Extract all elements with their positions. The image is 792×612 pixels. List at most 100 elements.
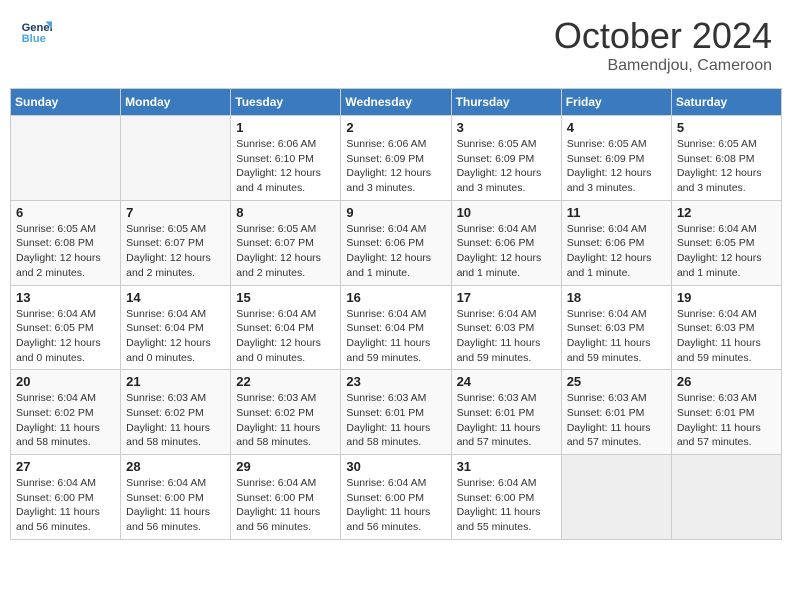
- day-number: 4: [567, 120, 666, 135]
- calendar-week-3: 20Sunrise: 6:04 AM Sunset: 6:02 PM Dayli…: [11, 370, 782, 455]
- day-number: 26: [677, 374, 776, 389]
- calendar-cell: 27 Sunrise: 6:04 AM Sunset: 6:00 PM Dayli…: [11, 455, 121, 540]
- day-number: 20: [16, 374, 115, 389]
- calendar-cell: 10 Sunrise: 6:04 AM Sunset: 6:06 PM Dayli…: [451, 200, 561, 285]
- day-number: 10: [457, 205, 556, 220]
- day-info: Sunrise: 6:04 AM Sunset: 6:03 PM Dayligh…: [677, 307, 776, 366]
- day-number: 27: [16, 459, 115, 474]
- day-info: Sunrise: 6:04 AM Sunset: 6:04 PM Dayligh…: [126, 307, 225, 366]
- calendar-cell: 29 Sunrise: 6:04 AM Sunset: 6:00 PM Dayli…: [231, 455, 341, 540]
- calendar-cell: 24Sunrise: 6:03 AM Sunset: 6:01 PM Dayli…: [451, 370, 561, 455]
- calendar-cell: 30 Sunrise: 6:04 AM Sunset: 6:00 PM Dayli…: [341, 455, 451, 540]
- day-info: Sunrise: 6:04 AM Sunset: 6:03 PM Dayligh…: [457, 307, 556, 366]
- day-info: Sunrise: 6:03 AM Sunset: 6:02 PM Dayligh…: [236, 391, 335, 450]
- day-info: Sunrise: 6:04 AM Sunset: 6:00 PM Dayligh…: [236, 476, 335, 535]
- calendar-cell: [11, 116, 121, 201]
- day-info: Sunrise: 6:03 AM Sunset: 6:01 PM Dayligh…: [567, 391, 666, 450]
- day-number: 3: [457, 120, 556, 135]
- calendar-cell: [561, 455, 671, 540]
- calendar-cell: 15 Sunrise: 6:04 AM Sunset: 6:04 PM Dayli…: [231, 285, 341, 370]
- day-info: Sunrise: 6:04 AM Sunset: 6:03 PM Dayligh…: [567, 307, 666, 366]
- calendar-week-2: 13Sunrise: 6:04 AM Sunset: 6:05 PM Dayli…: [11, 285, 782, 370]
- location: Bamendjou, Cameroon: [554, 57, 772, 75]
- calendar-cell: [121, 116, 231, 201]
- calendar-cell: 2 Sunrise: 6:06 AM Sunset: 6:09 PM Daylig…: [341, 116, 451, 201]
- day-info: Sunrise: 6:04 AM Sunset: 6:04 PM Dayligh…: [236, 307, 335, 366]
- calendar-week-0: 1 Sunrise: 6:06 AM Sunset: 6:10 PM Daylig…: [11, 116, 782, 201]
- calendar-body: 1 Sunrise: 6:06 AM Sunset: 6:10 PM Daylig…: [11, 116, 782, 540]
- day-number: 17: [457, 290, 556, 305]
- day-number: 19: [677, 290, 776, 305]
- day-number: 11: [567, 205, 666, 220]
- calendar-cell: 28 Sunrise: 6:04 AM Sunset: 6:00 PM Dayli…: [121, 455, 231, 540]
- day-info: Sunrise: 6:04 AM Sunset: 6:06 PM Dayligh…: [457, 222, 556, 281]
- weekday-header-saturday: Saturday: [671, 89, 781, 116]
- calendar-cell: 4 Sunrise: 6:05 AM Sunset: 6:09 PM Daylig…: [561, 116, 671, 201]
- day-number: 21: [126, 374, 225, 389]
- day-info: Sunrise: 6:05 AM Sunset: 6:07 PM Dayligh…: [126, 222, 225, 281]
- calendar-cell: 13Sunrise: 6:04 AM Sunset: 6:05 PM Dayli…: [11, 285, 121, 370]
- day-info: Sunrise: 6:06 AM Sunset: 6:09 PM Dayligh…: [346, 137, 445, 196]
- calendar-cell: 31 Sunrise: 6:04 AM Sunset: 6:00 PM Dayli…: [451, 455, 561, 540]
- calendar-cell: 16 Sunrise: 6:04 AM Sunset: 6:04 PM Dayli…: [341, 285, 451, 370]
- day-number: 24: [457, 374, 556, 389]
- day-info: Sunrise: 6:04 AM Sunset: 6:05 PM Dayligh…: [16, 307, 115, 366]
- calendar-cell: 23Sunrise: 6:03 AM Sunset: 6:01 PM Dayli…: [341, 370, 451, 455]
- day-number: 14: [126, 290, 225, 305]
- calendar-cell: 22Sunrise: 6:03 AM Sunset: 6:02 PM Dayli…: [231, 370, 341, 455]
- day-number: 9: [346, 205, 445, 220]
- calendar-cell: 17 Sunrise: 6:04 AM Sunset: 6:03 PM Dayli…: [451, 285, 561, 370]
- day-number: 15: [236, 290, 335, 305]
- calendar-cell: [671, 455, 781, 540]
- calendar-cell: 6Sunrise: 6:05 AM Sunset: 6:08 PM Daylig…: [11, 200, 121, 285]
- day-number: 1: [236, 120, 335, 135]
- day-number: 31: [457, 459, 556, 474]
- day-number: 2: [346, 120, 445, 135]
- weekday-header-tuesday: Tuesday: [231, 89, 341, 116]
- calendar-cell: 8Sunrise: 6:05 AM Sunset: 6:07 PM Daylig…: [231, 200, 341, 285]
- weekday-header-sunday: Sunday: [11, 89, 121, 116]
- calendar-cell: 19 Sunrise: 6:04 AM Sunset: 6:03 PM Dayli…: [671, 285, 781, 370]
- calendar-cell: 5 Sunrise: 6:05 AM Sunset: 6:08 PM Daylig…: [671, 116, 781, 201]
- day-number: 18: [567, 290, 666, 305]
- calendar-cell: 12 Sunrise: 6:04 AM Sunset: 6:05 PM Dayli…: [671, 200, 781, 285]
- logo-icon: General Blue: [20, 15, 52, 47]
- day-info: Sunrise: 6:04 AM Sunset: 6:06 PM Dayligh…: [346, 222, 445, 281]
- day-info: Sunrise: 6:04 AM Sunset: 6:00 PM Dayligh…: [457, 476, 556, 535]
- day-info: Sunrise: 6:06 AM Sunset: 6:10 PM Dayligh…: [236, 137, 335, 196]
- calendar-table: SundayMondayTuesdayWednesdayThursdayFrid…: [10, 88, 782, 540]
- day-number: 12: [677, 205, 776, 220]
- calendar-cell: 1 Sunrise: 6:06 AM Sunset: 6:10 PM Daylig…: [231, 116, 341, 201]
- calendar-cell: 20Sunrise: 6:04 AM Sunset: 6:02 PM Dayli…: [11, 370, 121, 455]
- logo: General Blue: [20, 15, 52, 47]
- day-number: 25: [567, 374, 666, 389]
- day-info: Sunrise: 6:05 AM Sunset: 6:08 PM Dayligh…: [16, 222, 115, 281]
- weekday-header-wednesday: Wednesday: [341, 89, 451, 116]
- day-number: 30: [346, 459, 445, 474]
- calendar-cell: 3Sunrise: 6:05 AM Sunset: 6:09 PM Daylig…: [451, 116, 561, 201]
- calendar-cell: 14 Sunrise: 6:04 AM Sunset: 6:04 PM Dayli…: [121, 285, 231, 370]
- calendar-cell: 21Sunrise: 6:03 AM Sunset: 6:02 PM Dayli…: [121, 370, 231, 455]
- title-block: October 2024 Bamendjou, Cameroon: [554, 15, 772, 75]
- svg-text:General: General: [22, 22, 52, 34]
- day-info: Sunrise: 6:04 AM Sunset: 6:00 PM Dayligh…: [346, 476, 445, 535]
- day-number: 28: [126, 459, 225, 474]
- day-info: Sunrise: 6:05 AM Sunset: 6:07 PM Dayligh…: [236, 222, 335, 281]
- day-info: Sunrise: 6:04 AM Sunset: 6:06 PM Dayligh…: [567, 222, 666, 281]
- day-number: 5: [677, 120, 776, 135]
- weekday-header-monday: Monday: [121, 89, 231, 116]
- calendar-week-1: 6Sunrise: 6:05 AM Sunset: 6:08 PM Daylig…: [11, 200, 782, 285]
- calendar-cell: 7Sunrise: 6:05 AM Sunset: 6:07 PM Daylig…: [121, 200, 231, 285]
- calendar-week-4: 27 Sunrise: 6:04 AM Sunset: 6:00 PM Dayli…: [11, 455, 782, 540]
- day-info: Sunrise: 6:04 AM Sunset: 6:00 PM Dayligh…: [16, 476, 115, 535]
- day-info: Sunrise: 6:05 AM Sunset: 6:09 PM Dayligh…: [567, 137, 666, 196]
- day-info: Sunrise: 6:04 AM Sunset: 6:00 PM Dayligh…: [126, 476, 225, 535]
- day-info: Sunrise: 6:05 AM Sunset: 6:08 PM Dayligh…: [677, 137, 776, 196]
- day-number: 16: [346, 290, 445, 305]
- calendar-header-row: SundayMondayTuesdayWednesdayThursdayFrid…: [11, 89, 782, 116]
- weekday-header-thursday: Thursday: [451, 89, 561, 116]
- day-info: Sunrise: 6:04 AM Sunset: 6:04 PM Dayligh…: [346, 307, 445, 366]
- day-number: 29: [236, 459, 335, 474]
- calendar-cell: 18 Sunrise: 6:04 AM Sunset: 6:03 PM Dayli…: [561, 285, 671, 370]
- day-info: Sunrise: 6:04 AM Sunset: 6:05 PM Dayligh…: [677, 222, 776, 281]
